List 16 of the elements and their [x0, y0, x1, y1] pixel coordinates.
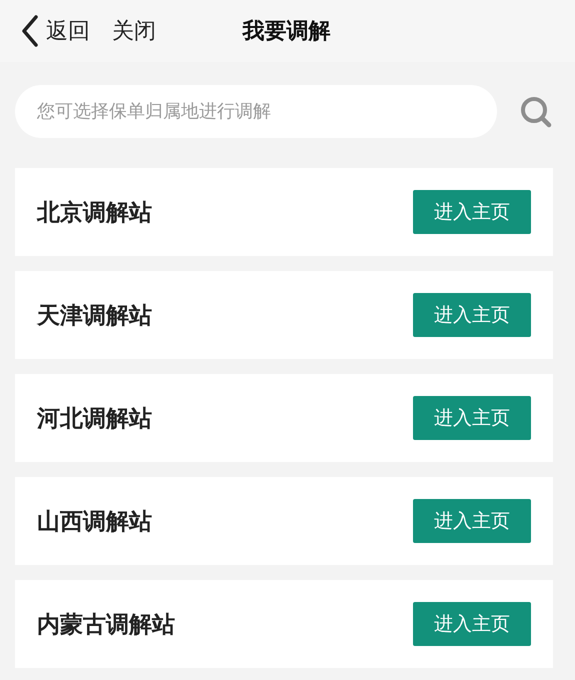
enter-homepage-button[interactable]: 进入主页	[413, 396, 531, 440]
station-name: 天津调解站	[37, 302, 152, 330]
chevron-left-icon	[20, 14, 40, 48]
search-icon[interactable]	[519, 94, 553, 128]
back-button[interactable]: 返回	[20, 14, 90, 48]
station-name: 河北调解站	[37, 404, 152, 434]
station-name: 山西调解站	[37, 508, 152, 536]
search-field[interactable]: 您可选择保单归属地进行调解	[15, 85, 497, 138]
station-name: 北京调解站	[37, 198, 152, 228]
enter-homepage-button[interactable]: 进入主页	[413, 602, 531, 646]
close-button[interactable]: 关闭	[112, 16, 156, 46]
enter-homepage-button[interactable]: 进入主页	[413, 190, 531, 234]
enter-homepage-button[interactable]: 进入主页	[413, 499, 531, 543]
station-name: 内蒙古调解站	[37, 610, 175, 640]
page-title: 我要调解	[242, 18, 330, 46]
enter-homepage-button[interactable]: 进入主页	[413, 293, 531, 337]
